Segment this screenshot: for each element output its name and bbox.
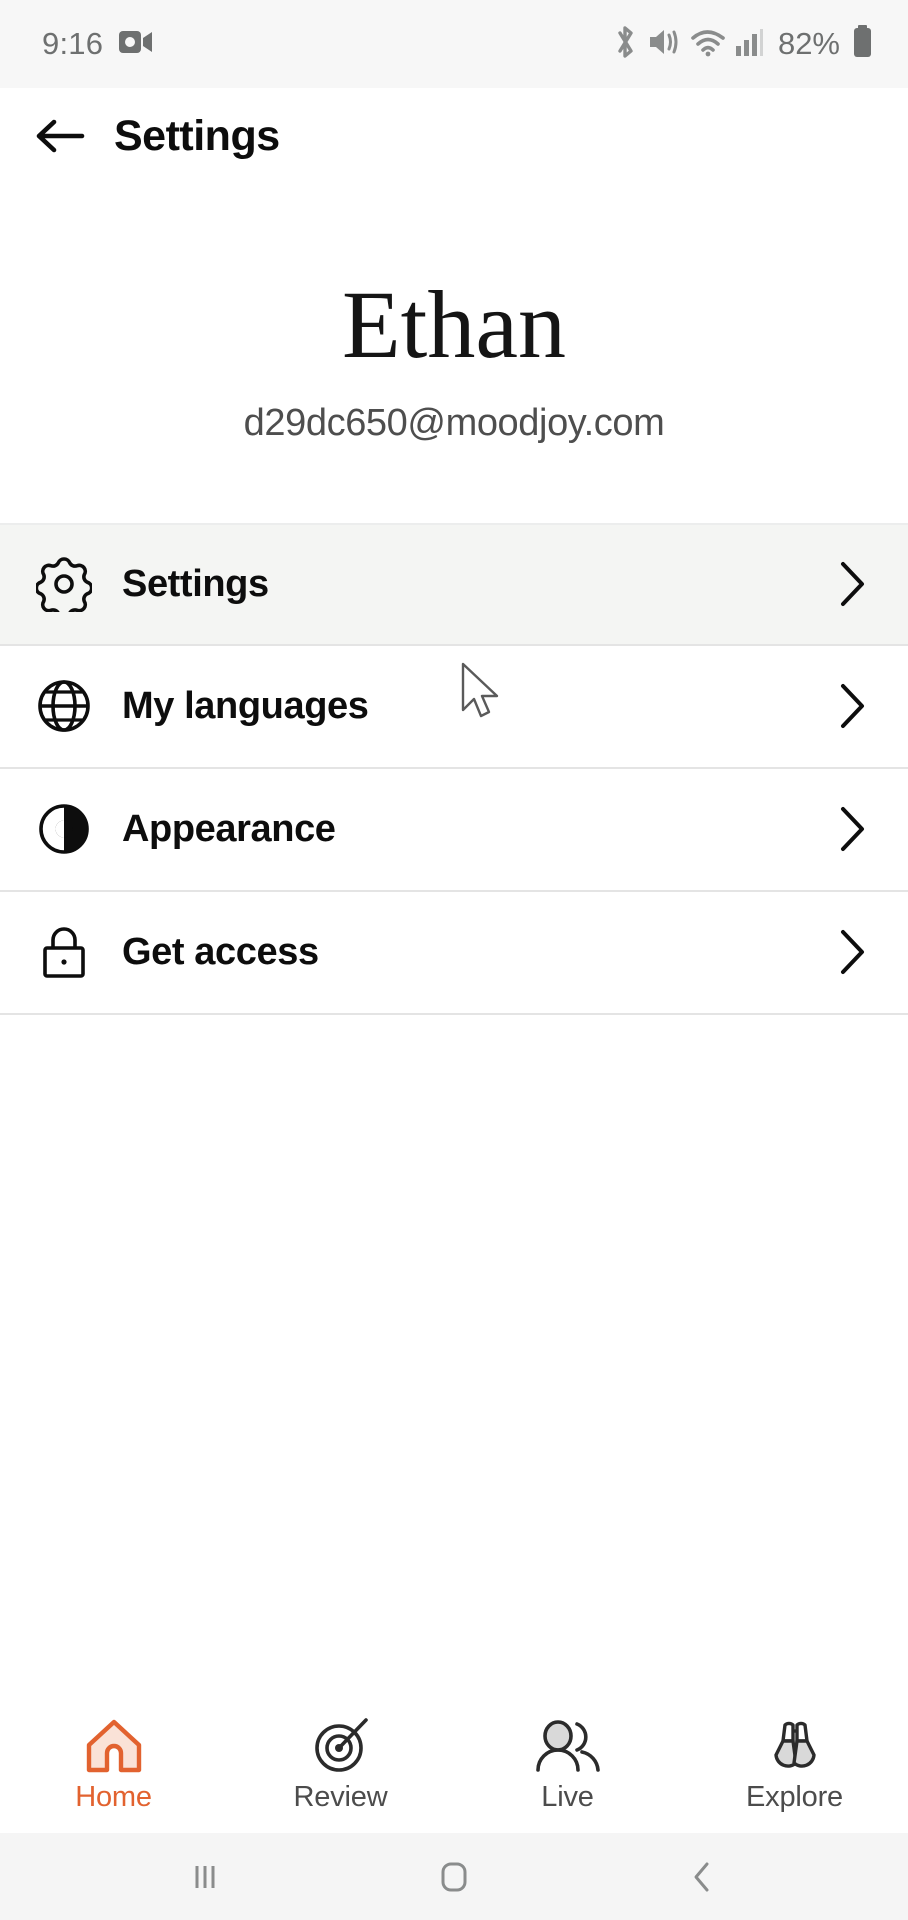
bottom-navigation-bar: Home Review Live Explore [0, 1693, 908, 1833]
nav-item-review[interactable]: Review [227, 1713, 454, 1814]
status-bar-clock: 9:16 [42, 26, 104, 61]
app-header: Settings [0, 88, 908, 184]
chevron-right-icon[interactable] [830, 560, 874, 608]
nav-item-home[interactable]: Home [0, 1713, 227, 1814]
video-camera-icon [119, 29, 153, 60]
menu-row-settings[interactable]: Settings [0, 522, 908, 646]
menu-label: Get access [122, 930, 319, 973]
menu-label: Settings [122, 562, 269, 605]
status-bar: 9:16 82% [0, 0, 908, 88]
bluetooth-icon [612, 25, 638, 64]
chevron-right-icon[interactable] [830, 682, 874, 730]
recents-button[interactable] [145, 1833, 265, 1920]
binoculars-icon [761, 1713, 829, 1775]
nav-label: Home [75, 1780, 152, 1813]
back-button[interactable] [34, 110, 86, 162]
lock-icon [32, 924, 96, 980]
chevron-right-icon[interactable] [830, 928, 874, 976]
menu-row-my-languages[interactable]: My languages [0, 645, 908, 769]
menu-row-get-access[interactable]: Get access [0, 891, 908, 1015]
home-square-icon [441, 1862, 467, 1891]
nav-item-explore[interactable]: Explore [681, 1713, 908, 1814]
menu-row-appearance[interactable]: Appearance [0, 768, 908, 892]
cellular-signal-icon [735, 27, 765, 62]
target-icon [310, 1713, 372, 1775]
nav-label: Live [541, 1780, 594, 1813]
settings-menu-list: Settings My languages Appearance Get acc… [0, 522, 908, 1015]
status-bar-left: 9:16 [42, 26, 153, 62]
gear-icon [32, 556, 96, 613]
status-bar-right: 82% [612, 24, 874, 64]
menu-label: My languages [122, 684, 369, 727]
profile-name: Ethan [342, 271, 566, 378]
chevron-right-icon[interactable] [830, 805, 874, 853]
wifi-icon [690, 26, 726, 63]
arrow-left-icon [36, 119, 85, 153]
people-icon [532, 1713, 604, 1775]
home-button[interactable] [394, 1833, 514, 1920]
page-title: Settings [114, 111, 280, 160]
profile-email: d29dc650@moodjoy.com [243, 401, 665, 444]
globe-icon [32, 678, 96, 734]
back-chevron-icon [694, 1862, 709, 1891]
profile-section: Ethan d29dc650@moodjoy.com [0, 184, 908, 523]
back-button-system[interactable] [643, 1833, 763, 1920]
battery-icon [852, 24, 874, 64]
mute-vibrate-icon [647, 25, 681, 64]
android-system-navigation-bar [0, 1833, 908, 1920]
nav-item-live[interactable]: Live [454, 1713, 681, 1814]
menu-label: Appearance [122, 807, 336, 850]
contrast-icon [32, 801, 96, 857]
recents-icon [195, 1865, 215, 1888]
home-icon [83, 1713, 145, 1775]
nav-label: Review [293, 1780, 388, 1813]
nav-label: Explore [746, 1780, 843, 1813]
battery-percentage-label: 82% [777, 26, 840, 61]
